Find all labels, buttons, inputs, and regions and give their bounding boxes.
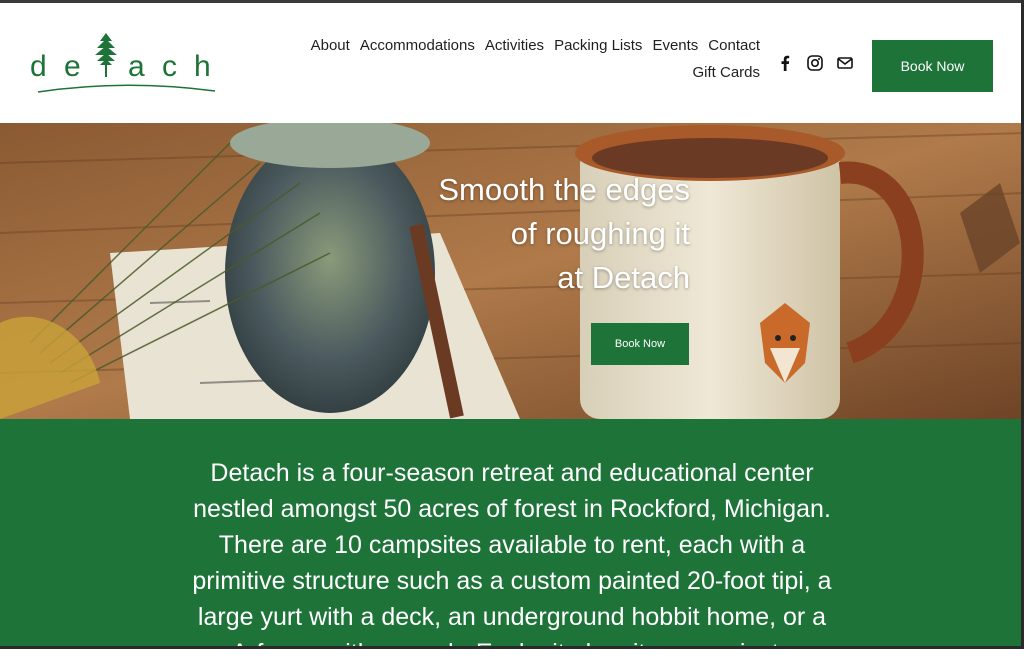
instagram-icon[interactable]: [806, 54, 824, 72]
detach-logo[interactable]: d e a c h: [30, 31, 220, 95]
main-nav: About Accommodations Activities Packing …: [250, 37, 760, 81]
pine-tree-icon: [95, 33, 117, 77]
hero-heading: Smooth the edges of roughing it at Detac…: [410, 168, 690, 300]
hero-book-now-button[interactable]: Book Now: [591, 323, 689, 365]
site-header: d e a c h About Accommodations Activitie…: [0, 3, 1024, 123]
social-links: [776, 54, 854, 72]
logo-letter-d: d: [30, 50, 47, 83]
intro-line: Detach is a four-season retreat and educ…: [210, 459, 814, 487]
hero-line-1: Smooth the edges: [438, 172, 690, 207]
logo-letter-h: h: [194, 50, 211, 83]
nav-activities[interactable]: Activities: [485, 37, 544, 54]
nav-events[interactable]: Events: [652, 37, 698, 54]
logo-letter-e: e: [64, 50, 81, 83]
book-now-button[interactable]: Book Now: [872, 40, 993, 92]
intro-line: primitive structure such as a custom pai…: [192, 567, 832, 595]
nav-about[interactable]: About: [311, 37, 350, 54]
intro-line: There are 10 campsites available to rent…: [218, 531, 806, 559]
logo-horizon-line: [37, 84, 216, 93]
nav-packing-lists[interactable]: Packing Lists: [554, 37, 642, 54]
logo-letter-a: a: [128, 50, 145, 83]
intro-paragraph: Detach is a four-season retreat and educ…: [140, 455, 884, 671]
hero-line-2: of roughing it: [510, 216, 690, 251]
email-icon[interactable]: [836, 54, 854, 72]
intro-line: large yurt with a deck, an underground h…: [197, 603, 827, 631]
nav-gift-cards[interactable]: Gift Cards: [692, 64, 760, 81]
hero-line-3: at Detach: [557, 260, 690, 295]
facebook-icon[interactable]: [776, 54, 794, 72]
nav-accommodations[interactable]: Accommodations: [360, 37, 475, 54]
intro-line: A-frame with a porch. Each site has its …: [231, 639, 793, 667]
logo-letter-c: c: [162, 50, 177, 83]
intro-line: nestled amongst 50 acres of forest in Ro…: [193, 495, 831, 523]
nav-contact[interactable]: Contact: [708, 37, 760, 54]
